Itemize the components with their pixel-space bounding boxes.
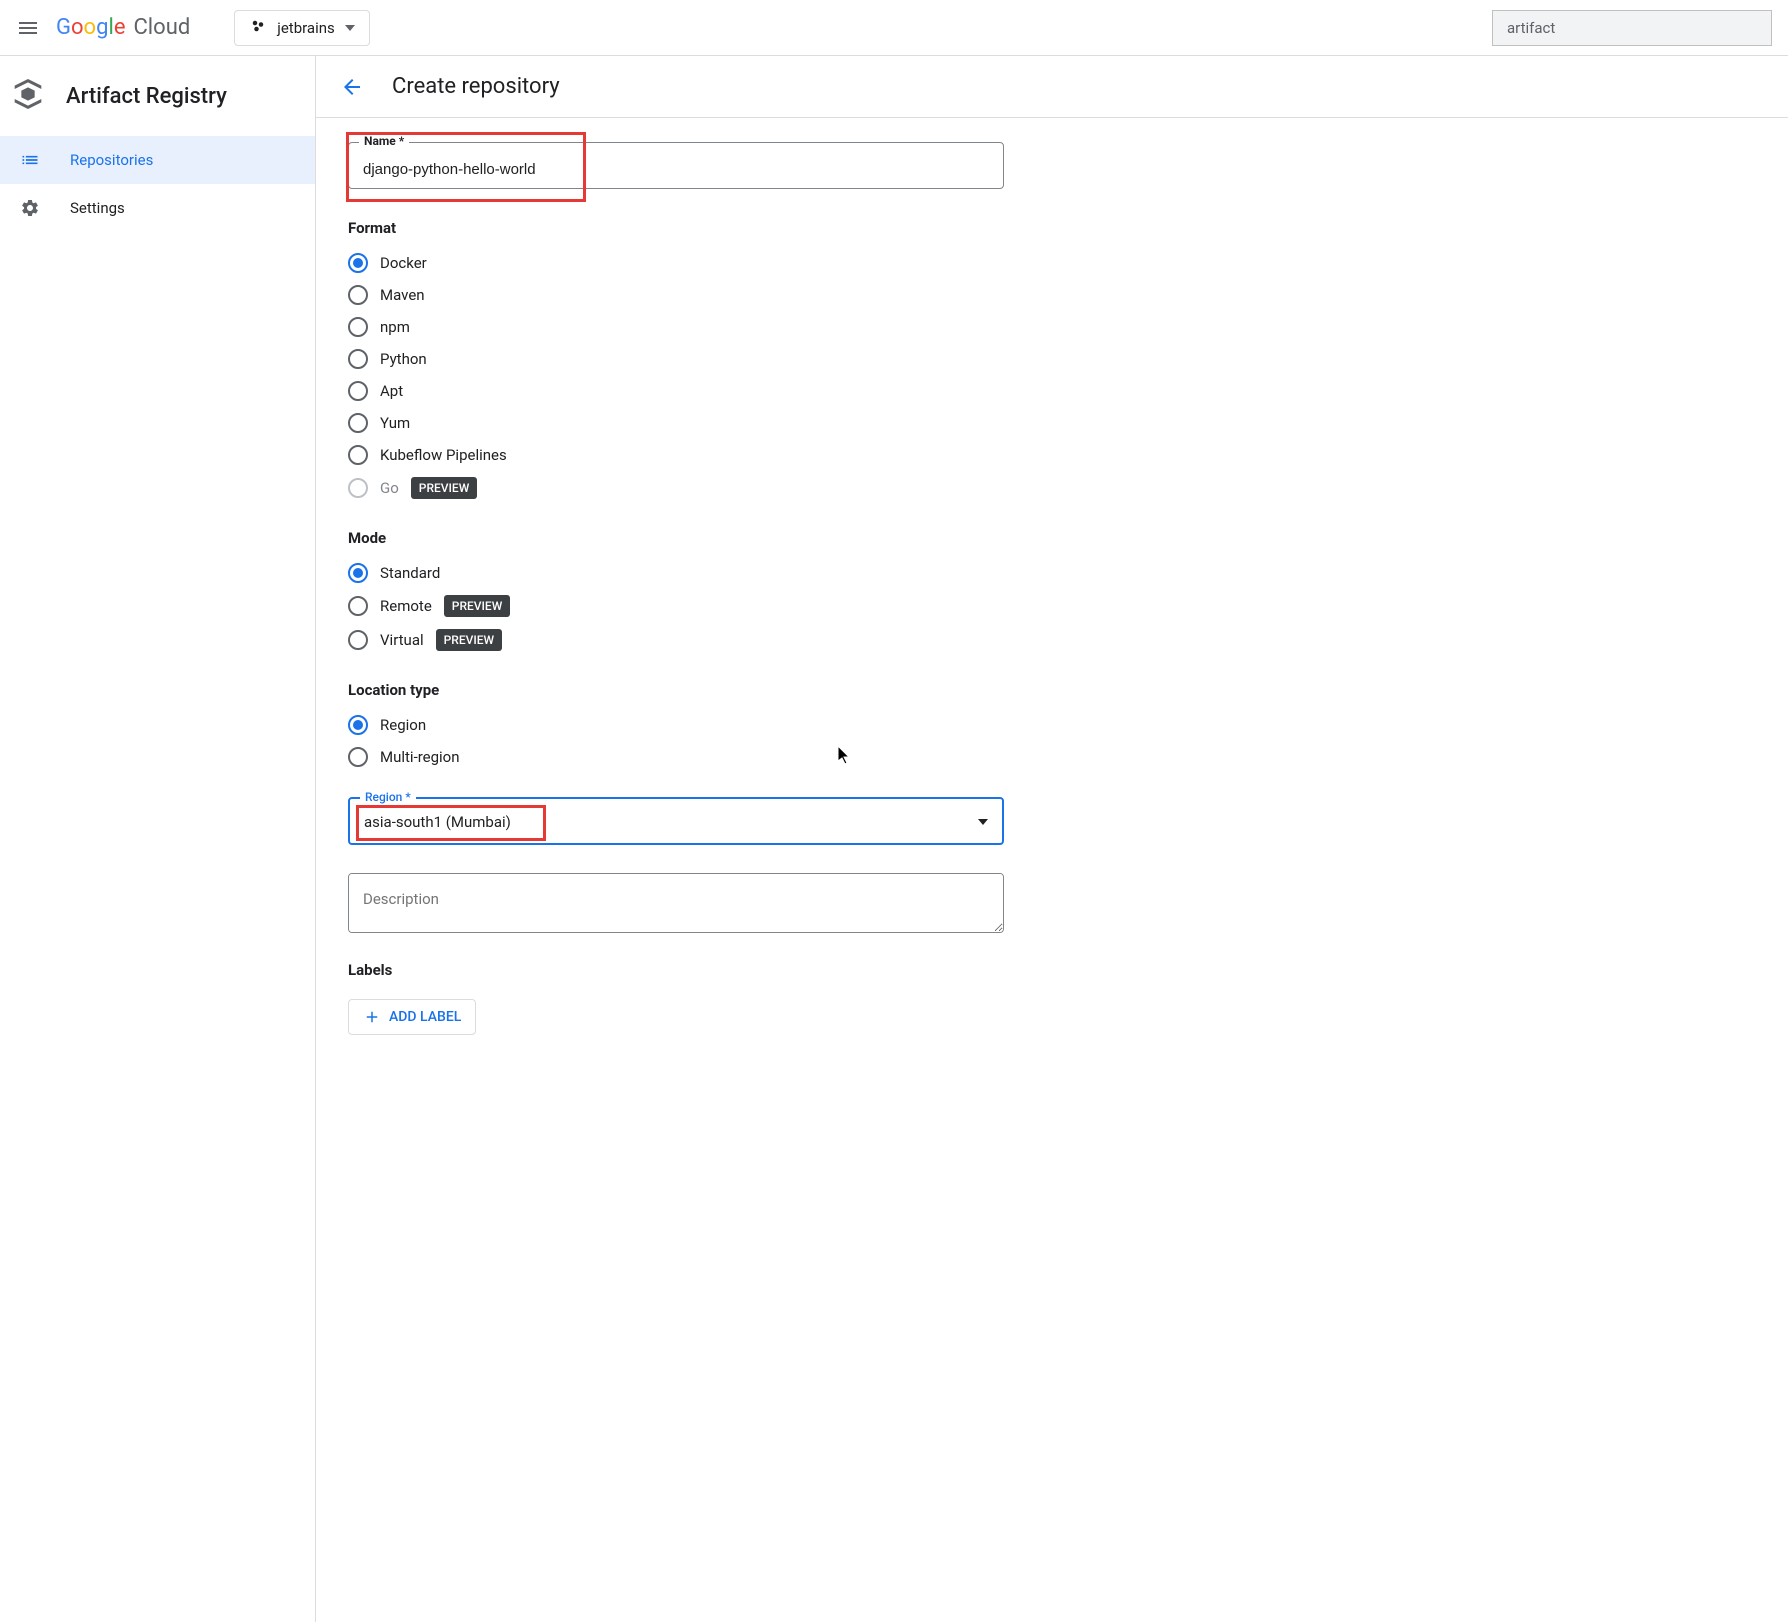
radio-label: Remote	[380, 597, 432, 615]
region-select[interactable]: Region * asia-south1 (Mumbai)	[348, 797, 1004, 845]
menu-button[interactable]	[16, 16, 40, 40]
radio-label: Go	[380, 479, 399, 497]
radio-option-docker[interactable]: Docker	[348, 247, 984, 279]
main-header: Create repository	[316, 56, 1788, 118]
region-section: Region * asia-south1 (Mumbai)	[348, 797, 984, 845]
radio-label: Python	[380, 350, 427, 368]
radio-option-standard[interactable]: Standard	[348, 557, 984, 589]
name-field[interactable]: Name *	[348, 142, 1004, 189]
format-radio-group: Docker Maven npm Python Apt Yum Kubeflow Pipel…	[348, 247, 984, 505]
header: Google Cloud jetbrains artifact	[0, 0, 1788, 56]
logo-text: Google	[56, 15, 125, 40]
mode-radio-group: StandardRemotePREVIEWVirtualPREVIEW	[348, 557, 984, 657]
radio-option-multi-region[interactable]: Multi-region	[348, 741, 984, 773]
radio-option-apt[interactable]: Apt	[348, 375, 984, 407]
radio-circle	[348, 445, 368, 465]
gear-icon	[20, 198, 40, 218]
artifact-registry-icon	[8, 74, 48, 118]
radio-option-virtual[interactable]: Virtual PREVIEW	[348, 623, 984, 657]
radio-circle	[348, 349, 368, 369]
preview-badge: PREVIEW	[436, 629, 502, 651]
arrow-back-icon	[340, 75, 364, 99]
add-label-text: ADD LABEL	[389, 1009, 461, 1025]
radio-label: Multi-region	[380, 748, 460, 766]
radio-option-go: Go PREVIEW	[348, 471, 984, 505]
radio-circle	[348, 253, 368, 273]
radio-circle	[348, 596, 368, 616]
format-label: Format	[348, 219, 984, 237]
sidebar-item-label: Settings	[70, 199, 125, 217]
add-label-button[interactable]: ADD LABEL	[348, 999, 476, 1035]
location-type-label: Location type	[348, 681, 984, 699]
sidebar-header: Artifact Registry	[0, 56, 315, 136]
radio-circle	[348, 413, 368, 433]
main-layout: Artifact Registry Repositories Settings …	[0, 56, 1788, 1622]
description-field[interactable]	[348, 873, 1004, 933]
name-input[interactable]	[363, 161, 989, 178]
radio-circle	[348, 715, 368, 735]
radio-option-yum[interactable]: Yum	[348, 407, 984, 439]
main-content: Create repository Name * Format Docker Ma…	[316, 56, 1788, 1622]
hamburger-icon	[16, 16, 40, 40]
radio-option-npm[interactable]: npm	[348, 311, 984, 343]
chevron-down-icon	[978, 819, 988, 825]
radio-option-region[interactable]: Region	[348, 709, 984, 741]
sidebar-title: Artifact Registry	[66, 84, 227, 109]
create-repository-form: Name * Format Docker Maven npm Python Apt Yum…	[316, 118, 1016, 1059]
chevron-down-icon	[345, 25, 355, 31]
description-input[interactable]	[349, 874, 1003, 932]
project-icon	[249, 17, 267, 39]
region-value: asia-south1 (Mumbai)	[364, 813, 978, 831]
sidebar: Artifact Registry Repositories Settings	[0, 56, 316, 1622]
radio-label: Maven	[380, 286, 425, 304]
project-name: jetbrains	[277, 19, 335, 37]
sidebar-item-repositories[interactable]: Repositories	[0, 136, 315, 184]
google-cloud-logo[interactable]: Google Cloud	[56, 15, 190, 40]
sidebar-item-settings[interactable]: Settings	[0, 184, 315, 232]
radio-option-maven[interactable]: Maven	[348, 279, 984, 311]
radio-label: Region	[380, 716, 426, 734]
logo-cloud-text: Cloud	[133, 15, 190, 40]
preview-badge: PREVIEW	[444, 595, 510, 617]
radio-label: Apt	[380, 382, 403, 400]
radio-circle	[348, 747, 368, 767]
sidebar-item-label: Repositories	[70, 151, 153, 169]
radio-circle	[348, 381, 368, 401]
back-button[interactable]	[340, 75, 364, 99]
radio-label: Docker	[380, 254, 427, 272]
name-field-label: Name *	[359, 134, 409, 148]
radio-label: Virtual	[380, 631, 424, 649]
page-title: Create repository	[392, 74, 560, 99]
radio-circle	[348, 285, 368, 305]
search-input[interactable]: artifact	[1492, 10, 1772, 46]
location-type-radio-group: Region Multi-region	[348, 709, 984, 773]
plus-icon	[363, 1008, 381, 1026]
radio-label: Yum	[380, 414, 410, 432]
region-label: Region *	[360, 790, 416, 804]
radio-circle	[348, 563, 368, 583]
labels-label: Labels	[348, 961, 984, 979]
radio-option-remote[interactable]: Remote PREVIEW	[348, 589, 984, 623]
radio-label: Standard	[380, 564, 440, 582]
radio-circle	[348, 478, 368, 498]
project-selector[interactable]: jetbrains	[234, 10, 370, 46]
radio-option-kubeflow-pipelines[interactable]: Kubeflow Pipelines	[348, 439, 984, 471]
list-icon	[20, 150, 40, 170]
search-value: artifact	[1507, 19, 1555, 37]
name-section: Name *	[348, 142, 984, 189]
radio-circle	[348, 317, 368, 337]
radio-label: Kubeflow Pipelines	[380, 446, 507, 464]
radio-option-python[interactable]: Python	[348, 343, 984, 375]
radio-circle	[348, 630, 368, 650]
radio-label: npm	[380, 318, 410, 336]
preview-badge: PREVIEW	[411, 477, 477, 499]
mode-label: Mode	[348, 529, 984, 547]
